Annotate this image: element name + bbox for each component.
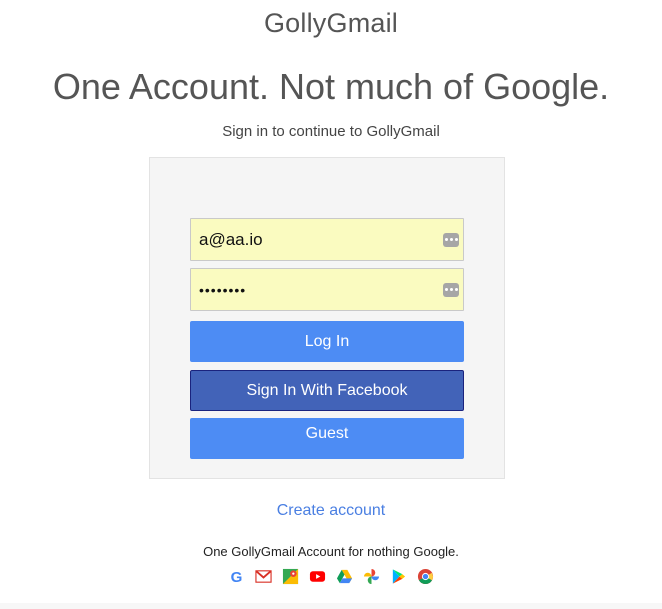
login-button[interactable]: Log In	[190, 321, 464, 362]
email-field-value[interactable]: a@aa.io	[199, 230, 443, 250]
password-field[interactable]: ••••••••	[190, 268, 464, 311]
guest-button[interactable]: Guest	[190, 418, 464, 459]
gmail-icon[interactable]	[255, 568, 272, 585]
svg-text:G: G	[231, 569, 243, 585]
brand-title: GollyGmail	[263, 8, 399, 38]
password-field-value[interactable]: ••••••••	[199, 282, 443, 298]
page-headline: One Account. Not much of Google.	[52, 66, 610, 107]
drive-icon[interactable]	[336, 568, 353, 585]
footer-text: One GollyGmail Account for nothing Googl…	[203, 544, 459, 559]
chrome-icon[interactable]	[417, 568, 434, 585]
create-account-link[interactable]: Create account	[0, 502, 662, 520]
password-manager-icon[interactable]	[443, 232, 459, 247]
email-field[interactable]: a@aa.io	[190, 218, 464, 261]
password-manager-icon[interactable]	[443, 282, 459, 297]
page: GollyGmail One Account. Not much of Goog…	[0, 0, 662, 609]
youtube-icon[interactable]	[309, 568, 326, 585]
page-subtitle: Sign in to continue to GollyGmail	[222, 123, 440, 140]
maps-icon[interactable]	[282, 568, 299, 585]
login-card: a@aa.io •••••••• Log In Sign In With Fac…	[149, 157, 505, 479]
facebook-signin-button[interactable]: Sign In With Facebook	[190, 370, 464, 411]
photos-icon[interactable]	[363, 568, 380, 585]
app-icons-row: G	[0, 568, 662, 585]
play-store-icon[interactable]	[390, 568, 407, 585]
google-icon[interactable]: G	[228, 568, 245, 585]
bottom-band	[0, 603, 662, 609]
